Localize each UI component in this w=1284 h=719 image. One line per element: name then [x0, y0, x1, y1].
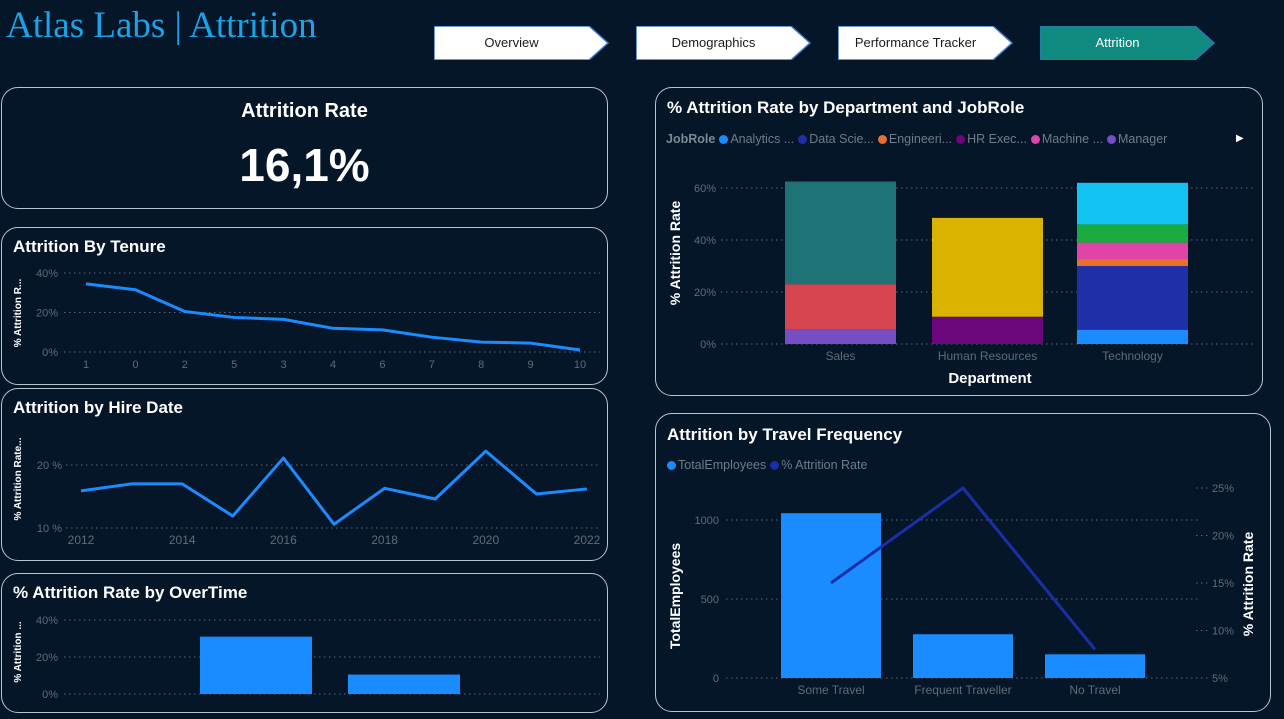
card-attrition-by-travel-frequency[interactable]: Attrition by Travel Frequency TotalEmplo…: [655, 413, 1271, 712]
travel-employees-bar: [781, 513, 881, 678]
nav-label: Overview: [484, 35, 539, 50]
x-tick-label: 1: [83, 359, 89, 371]
x-tick-label: 8: [478, 359, 484, 371]
x-tick-label: No Travel: [1069, 683, 1120, 697]
x-tick-label: Sales: [825, 349, 855, 363]
y-tick-label: 10 %: [37, 523, 62, 535]
travel-employees-bar: [1045, 654, 1145, 678]
x-tick-label: Technology: [1102, 349, 1163, 363]
stacked-bar-segment: [1077, 182, 1188, 225]
nav-tab-overview[interactable]: Overview: [434, 26, 609, 60]
y-tick-label: 10%: [1212, 626, 1234, 638]
stacked-bar-segment: [785, 181, 896, 285]
y-axis-label: % Attrition Rate: [667, 201, 683, 306]
nav-label: Performance Tracker: [854, 35, 977, 50]
y-axis-label: % Attrition ...: [13, 621, 24, 683]
nav-tab-demographics[interactable]: Demographics: [636, 26, 811, 60]
x-tick-label: 2020: [472, 533, 499, 547]
x-tick-label: 3: [281, 359, 287, 371]
x-tick-label: 2022: [574, 533, 601, 547]
x-tick-label: 2016: [270, 533, 297, 547]
stacked-bar-segment: [785, 329, 896, 344]
page-title: Atlas Labs | Attrition: [6, 5, 317, 46]
y-tick-label: 20%: [1212, 531, 1234, 543]
y-tick-label: 15%: [1212, 578, 1234, 590]
kpi-value: 16,1%: [239, 139, 370, 191]
y-axis-label: % Attrition Rate...: [13, 437, 24, 520]
stacked-bar-segment: [1077, 266, 1188, 330]
y-axis-label: % Attrition Rate: [1240, 532, 1256, 637]
stacked-bar-segment: [1077, 242, 1188, 260]
x-tick-label: 2: [182, 359, 188, 371]
card-attrition-by-hire-date[interactable]: Attrition by Hire Date 20 % 10 %% Attriti…: [1, 388, 608, 561]
stacked-bar-segment: [932, 217, 1043, 317]
y-tick-label: 20%: [36, 652, 58, 664]
y-tick-label: 5%: [1212, 673, 1228, 685]
hire-date-line-chart: 20 % 10 % % Attrition Rate... 2012 2014 2016 2…: [13, 437, 601, 547]
y-tick-label: 20%: [36, 308, 58, 320]
x-tick-label: Some Travel: [797, 683, 864, 697]
kpi-card-attrition-rate[interactable]: Attrition Rate 16,1%: [1, 87, 608, 209]
y-axis-label: % Attrition R...: [13, 279, 24, 348]
stacked-bar-segment: [785, 284, 896, 330]
kpi-label: Attrition Rate: [241, 100, 368, 122]
x-tick-label: 10: [574, 359, 586, 371]
x-tick-label: Frequent Traveller: [914, 683, 1011, 697]
y-tick-label: 40%: [36, 615, 58, 627]
x-tick-label: 5: [231, 359, 237, 371]
travel-combo-chart: 1000 500 0 25% 20% 15% 10% 5% TotalEmployees % At…: [667, 483, 1256, 697]
stacked-bar-segment: [932, 316, 1043, 344]
y-tick-label: 0%: [42, 347, 58, 359]
y-axis-label: TotalEmployees: [667, 543, 683, 650]
overtime-bar: [348, 674, 460, 694]
x-tick-label: 9: [528, 359, 534, 371]
y-tick-label: 40%: [36, 268, 58, 280]
x-tick-label: 2012: [68, 533, 95, 547]
nav-label: Attrition: [1095, 35, 1140, 50]
card-attrition-by-overtime[interactable]: % Attrition Rate by OverTime 40% 20% 0%% A…: [1, 573, 608, 713]
tenure-line-chart: 40%20%0%% Attrition R...1 0 2 5 3 4 6 7 8 9 10: [13, 268, 600, 371]
department-stacked-bar-chart: 60% 40% 20% 0% % Attrition Rate Sales Human Re…: [667, 181, 1256, 387]
x-tick-label: 2014: [169, 533, 196, 547]
stacked-bar-segment: [1077, 259, 1188, 266]
y-tick-label: 25%: [1212, 483, 1234, 495]
x-tick-label: 4: [330, 359, 336, 371]
y-tick-label: 1000: [695, 515, 719, 527]
x-tick-label: Human Resources: [938, 349, 1037, 363]
nav-tab-performance-tracker[interactable]: Performance Tracker: [838, 26, 1013, 60]
y-tick-label: 40%: [694, 235, 716, 247]
tenure-series-line: [85, 282, 581, 352]
stacked-bar-segment: [1077, 224, 1188, 243]
y-tick-label: 20 %: [37, 460, 62, 472]
x-tick-label: 6: [379, 359, 385, 371]
overtime-bar-chart: 40% 20% 0% % Attrition ...: [13, 615, 600, 701]
y-tick-label: 0%: [42, 689, 58, 701]
y-tick-label: 60%: [694, 183, 716, 195]
card-attrition-by-department-jobrole[interactable]: % Attrition Rate by Department and JobRo…: [655, 87, 1263, 396]
x-tick-label: 2018: [371, 533, 398, 547]
overtime-bar: [200, 636, 312, 694]
stacked-bar-segment: [1077, 329, 1188, 344]
card-attrition-by-tenure[interactable]: Attrition By Tenure 40% 20% 0%% Attrition …: [1, 227, 608, 385]
y-tick-label: 20%: [694, 287, 716, 299]
x-axis-label: Department: [948, 370, 1031, 387]
x-tick-label: 0: [132, 359, 138, 371]
x-tick-label: 7: [429, 359, 435, 371]
nav-tab-attrition[interactable]: Attrition: [1040, 26, 1215, 60]
nav-label: Demographics: [671, 35, 756, 50]
hire-date-series-line: [80, 449, 588, 526]
y-tick-label: 0: [713, 673, 719, 685]
y-tick-label: 500: [701, 594, 719, 606]
y-tick-label: 0%: [700, 339, 716, 351]
travel-employees-bar: [913, 634, 1013, 678]
